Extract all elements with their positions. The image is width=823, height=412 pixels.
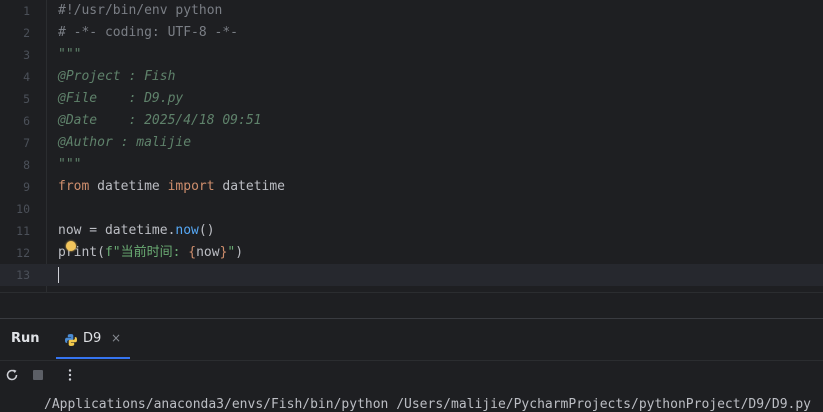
code-line[interactable]: 8 """ (0, 154, 823, 176)
code-token: ( (97, 245, 105, 260)
python-file-icon (65, 334, 77, 346)
code-text: from datetime import datetime (58, 176, 285, 198)
line-number: 3 (23, 48, 30, 62)
code-text: """ (58, 44, 81, 66)
code-token: #!/usr/bin/env python (58, 3, 223, 18)
line-number: 6 (23, 114, 30, 128)
code-text: @Date : 2025/4/18 09:51 (58, 110, 262, 132)
console-output-line: /Applications/anaconda3/envs/Fish/bin/py… (44, 397, 812, 412)
run-tab-label: D9 (83, 331, 102, 346)
code-line[interactable]: 11 now = datetime.now() (0, 220, 823, 242)
panel-divider (0, 360, 823, 361)
code-token: datetime (89, 179, 168, 194)
code-token: """ (58, 47, 82, 62)
code-line[interactable]: 7 @Author : malijie (0, 132, 823, 154)
code-token: datetime (214, 179, 286, 194)
text-cursor (58, 266, 59, 283)
line-number: 8 (23, 158, 30, 172)
code-token: print (58, 245, 98, 260)
code-token: f"当前时间: (104, 245, 189, 260)
code-token: ) (235, 245, 244, 260)
code-token: @Date : 2025/4/18 09:51 (58, 113, 262, 128)
line-number: 13 (16, 268, 30, 282)
run-panel-title[interactable]: Run (11, 331, 40, 346)
close-icon[interactable]: × (111, 331, 121, 345)
line-number: 11 (16, 224, 30, 238)
code-text: """ (58, 154, 81, 176)
code-token: import (167, 179, 215, 194)
code-token: @Project : Fish (58, 69, 176, 84)
code-token: () (198, 223, 215, 238)
code-text: print(f"当前时间: {now}") (58, 242, 243, 264)
code-line[interactable]: 10 (0, 198, 823, 220)
editor-bottom-strip (0, 292, 823, 319)
code-text: @Author : malijie (58, 132, 191, 154)
code-token: now = datetime. (58, 223, 176, 238)
rerun-icon[interactable] (4, 367, 20, 383)
code-line[interactable]: 13 (0, 264, 823, 286)
active-tab-indicator (56, 357, 130, 359)
code-text: @Project : Fish (58, 66, 175, 88)
code-token: """ (58, 157, 82, 172)
code-line[interactable]: 2 # -*- coding: UTF-8 -*- (0, 22, 823, 44)
code-line[interactable]: 9 from datetime import datetime (0, 176, 823, 198)
code-text: # -*- coding: UTF-8 -*- (58, 22, 238, 44)
line-number: 4 (23, 70, 30, 84)
code-text: #!/usr/bin/env python (58, 0, 222, 22)
code-text: now = datetime.now() (58, 220, 215, 242)
code-line[interactable]: 5 @File : D9.py (0, 88, 823, 110)
code-token: from (58, 179, 90, 194)
line-number: 2 (23, 26, 30, 40)
stop-icon[interactable] (30, 367, 46, 383)
code-line[interactable]: 4 @Project : Fish (0, 66, 823, 88)
code-token: { (188, 245, 197, 260)
code-token: @File : D9.py (58, 91, 184, 106)
code-line[interactable]: 3 """ (0, 44, 823, 66)
code-text: @File : D9.py (58, 88, 183, 110)
code-line[interactable]: 6 @Date : 2025/4/18 09:51 (0, 110, 823, 132)
line-number: 1 (23, 4, 30, 18)
line-number: 7 (23, 136, 30, 150)
code-text (58, 264, 59, 286)
code-token: now (175, 223, 199, 238)
lightbulb-icon[interactable] (66, 241, 76, 251)
line-number: 10 (16, 202, 30, 216)
line-number: 9 (23, 180, 30, 194)
line-number: 5 (23, 92, 30, 106)
run-tab-d9[interactable]: D9 × (56, 319, 130, 359)
line-number: 12 (16, 246, 30, 260)
code-line[interactable]: 1 #!/usr/bin/env python (0, 0, 823, 22)
code-token: @Author : malijie (58, 135, 192, 150)
code-token: # -*- coding: UTF-8 -*- (58, 25, 239, 40)
more-vertical-icon[interactable] (62, 367, 78, 383)
code-token: now (196, 245, 220, 260)
code-editor[interactable]: 1 #!/usr/bin/env python 2 # -*- coding: UTF… (0, 0, 823, 292)
run-tool-window: Run D9 × /Applications/anaconda3/envs/Fi… (0, 318, 823, 412)
code-line[interactable]: 12 print(f"当前时间: {now}") (0, 242, 823, 264)
